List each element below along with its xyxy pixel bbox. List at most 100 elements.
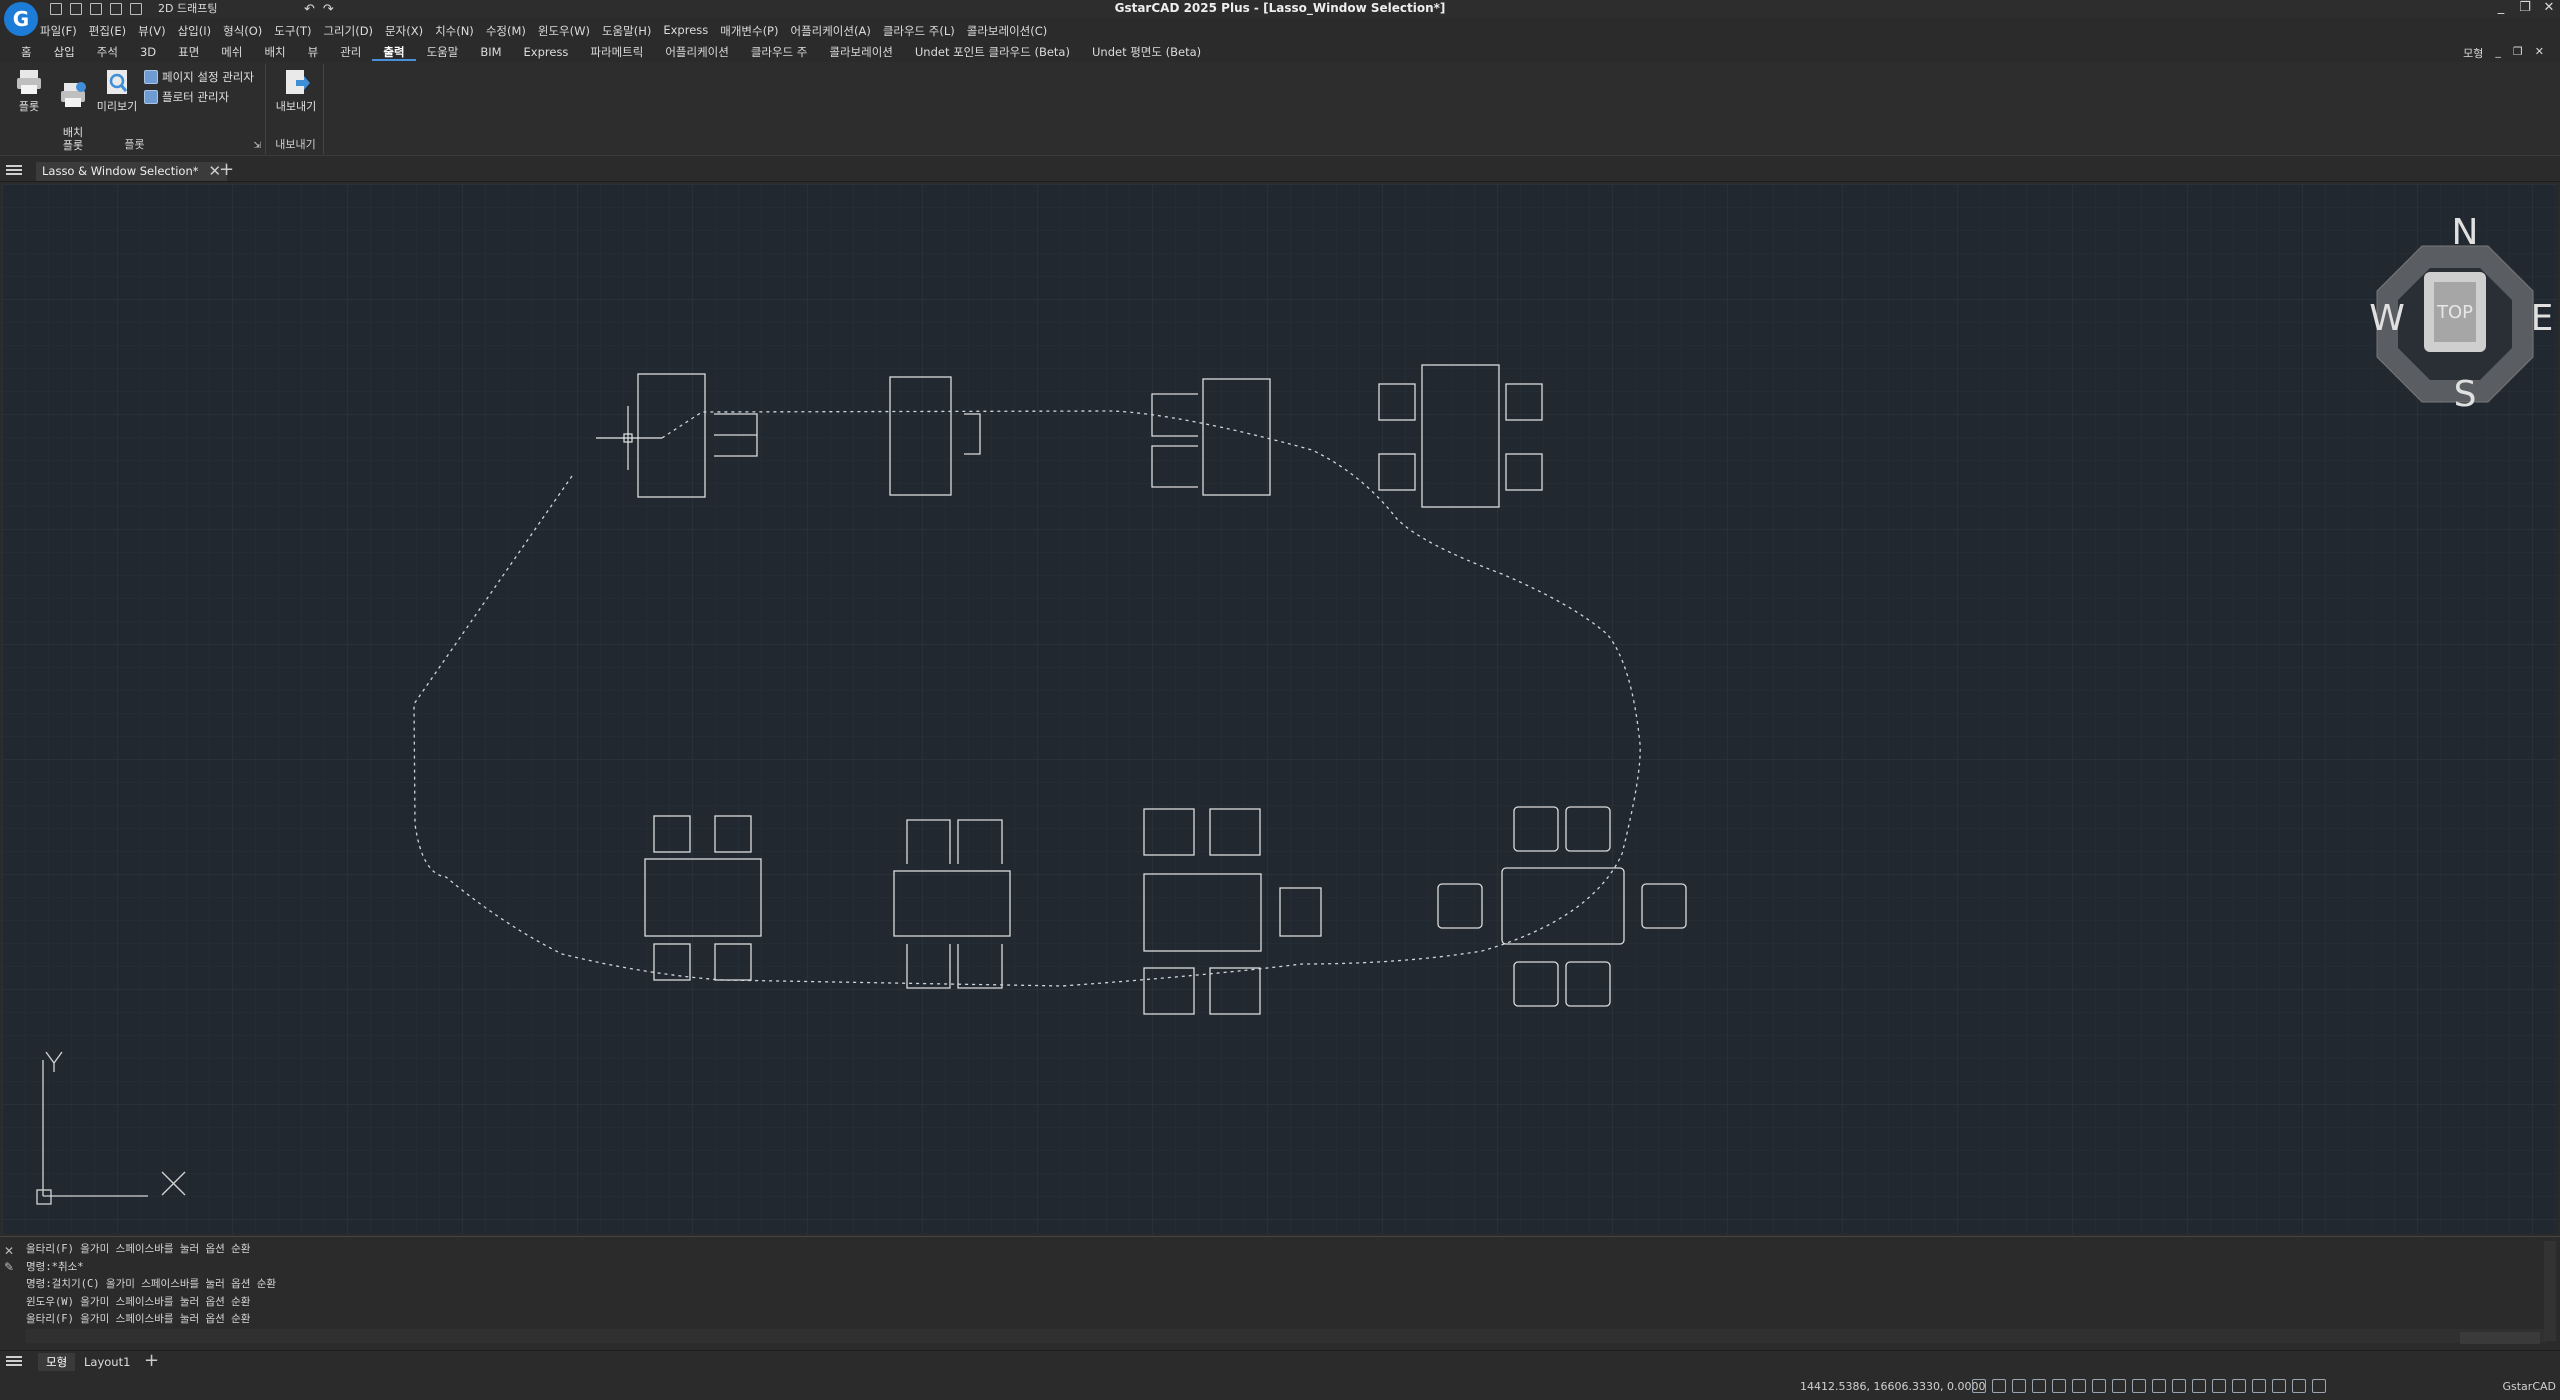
viewcube-south[interactable]: S xyxy=(2454,374,2477,415)
layout-menu-icon[interactable] xyxy=(6,1354,24,1370)
selection-cycle-icon[interactable] xyxy=(2132,1379,2146,1393)
ribbon-tab-0[interactable]: 홈 xyxy=(10,44,43,61)
isolate-icon[interactable] xyxy=(2252,1379,2266,1393)
export-button[interactable]: 내보내기 xyxy=(272,68,320,113)
preview-button[interactable]: 미리보기 xyxy=(94,68,140,113)
quick-access-toolbar: 2D 드래프팅 ↶ ↷ xyxy=(50,0,334,18)
ribbon-tab-10[interactable]: 도움말 xyxy=(416,44,470,61)
ribbon-tab-9[interactable]: 출력 xyxy=(372,44,416,61)
command-input[interactable] xyxy=(26,1329,2546,1343)
restore-button[interactable]: ❐ xyxy=(2518,0,2532,15)
ribbon-tab-7[interactable]: 뷰 xyxy=(297,44,330,61)
menu-item-3[interactable]: 삽입(I) xyxy=(178,23,212,39)
panel-expand-icon[interactable]: ⇲ xyxy=(253,141,261,151)
clean-screen-icon[interactable] xyxy=(2292,1379,2306,1393)
export-panel-label: 내보내기 xyxy=(275,138,316,151)
ribbon-tab-3[interactable]: 3D xyxy=(129,44,167,61)
document-menu-icon[interactable] xyxy=(6,163,24,179)
cursor-coordinates[interactable]: 14412.5386, 16606.3330, 0.0000 xyxy=(1800,1380,1985,1393)
app-logo[interactable]: G xyxy=(4,2,38,36)
ribbon-tab-6[interactable]: 배치 xyxy=(253,44,296,61)
grid-icon[interactable] xyxy=(1972,1379,1986,1393)
hardware-accel-icon[interactable] xyxy=(2272,1379,2286,1393)
lineweight-icon[interactable] xyxy=(2092,1379,2106,1393)
redo-icon[interactable]: ↷ xyxy=(323,2,334,17)
new-tab-icon[interactable]: + xyxy=(219,161,234,179)
ribbon-tab-2[interactable]: 주석 xyxy=(86,44,129,61)
transparency-icon[interactable] xyxy=(2112,1379,2126,1393)
drawing-svg[interactable]: TOP N S E W X Y xyxy=(2,184,2558,1234)
preview-icon xyxy=(107,70,128,94)
menu-item-14[interactable]: 어플리케이션(A) xyxy=(790,23,870,39)
menu-item-1[interactable]: 편집(E) xyxy=(89,23,126,39)
viewcube-face[interactable]: TOP xyxy=(2436,302,2473,323)
ribbon-tab-4[interactable]: 표면 xyxy=(167,44,210,61)
annotation-scale-icon[interactable] xyxy=(2192,1379,2206,1393)
menu-item-10[interactable]: 윈도우(W) xyxy=(538,23,590,39)
layout-tab-model[interactable]: 모형 xyxy=(38,1353,76,1371)
export-label: 내보내기 xyxy=(275,100,317,113)
mode-label[interactable]: 모형 xyxy=(2463,45,2483,61)
document-tab[interactable]: Lasso & Window Selection* ✕ xyxy=(36,162,228,181)
command-scrollbar[interactable] xyxy=(2544,1241,2556,1341)
ribbon-tab-12[interactable]: Express xyxy=(513,44,580,61)
ribbon-tab-1[interactable]: 삽입 xyxy=(43,44,86,61)
layout-tab-layout1[interactable]: Layout1 xyxy=(76,1353,138,1371)
ribbon-tab-17[interactable]: Undet 포인트 클라우드 (Beta) xyxy=(904,44,1081,61)
ribbon-tab-13[interactable]: 파라메트릭 xyxy=(579,44,654,61)
ribbon-tab-18[interactable]: Undet 평면도 (Beta) xyxy=(1081,44,1212,61)
ribbon-tab-16[interactable]: 콜라보레이션 xyxy=(818,44,903,61)
ribbon-tab-5[interactable]: 메쉬 xyxy=(210,44,253,61)
ortho-icon[interactable] xyxy=(2012,1379,2026,1393)
workspace-select[interactable]: 2D 드래프팅 xyxy=(156,2,296,16)
menu-item-0[interactable]: 파일(F) xyxy=(40,23,77,39)
undo-icon[interactable]: ↶ xyxy=(304,2,315,17)
close-command-icon[interactable]: ✕ xyxy=(4,1243,20,1259)
command-settings-icon[interactable]: ✎ xyxy=(4,1259,20,1275)
menu-item-6[interactable]: 그리기(D) xyxy=(323,23,373,39)
menu-item-12[interactable]: Express xyxy=(663,23,708,39)
ribbon-tab-15[interactable]: 클라우드 주 xyxy=(740,44,819,61)
plotter-manager-button[interactable]: 플로터 관리자 xyxy=(144,89,229,105)
viewcube-north[interactable]: N xyxy=(2452,212,2479,253)
menu-item-2[interactable]: 뷰(V) xyxy=(138,23,165,39)
osnap-icon[interactable] xyxy=(2052,1379,2066,1393)
page-setup-button[interactable]: 페이지 설정 관리자 xyxy=(144,69,254,85)
minimize-button[interactable]: _ xyxy=(2494,0,2508,15)
plot-icon[interactable] xyxy=(130,3,142,15)
menu-item-4[interactable]: 형식(O) xyxy=(223,23,262,39)
drawing-canvas[interactable]: TOP N S E W X Y xyxy=(2,184,2558,1234)
add-layout-icon[interactable]: + xyxy=(144,1352,159,1370)
snap-icon[interactable] xyxy=(1992,1379,2006,1393)
ribbon-tab-11[interactable]: BIM xyxy=(469,44,512,61)
new-file-icon[interactable] xyxy=(50,3,62,15)
viewcube-east[interactable]: E xyxy=(2531,298,2554,339)
menu-item-5[interactable]: 도구(T) xyxy=(274,23,311,39)
save-as-icon[interactable] xyxy=(110,3,122,15)
dynamic-input-icon[interactable] xyxy=(2172,1379,2186,1393)
lock-icon[interactable] xyxy=(2232,1379,2246,1393)
customize-icon[interactable] xyxy=(2312,1379,2326,1393)
menu-item-15[interactable]: 클라우드 주(L) xyxy=(883,23,955,39)
plot-button[interactable]: 플롯 xyxy=(10,68,48,113)
viewcube-west[interactable]: W xyxy=(2369,298,2405,339)
otrack-icon[interactable] xyxy=(2072,1379,2086,1393)
command-horizontal-scrollbar[interactable] xyxy=(2460,1332,2540,1344)
ribbon-tab-14[interactable]: 어플리케이션 xyxy=(654,44,739,61)
dynamic-ucs-icon[interactable] xyxy=(2152,1379,2166,1393)
menu-item-7[interactable]: 문자(X) xyxy=(385,23,423,39)
menu-item-16[interactable]: 콜라보레이션(C) xyxy=(967,23,1047,39)
menu-item-8[interactable]: 치수(N) xyxy=(435,23,474,39)
polar-icon[interactable] xyxy=(2032,1379,2046,1393)
ribbon-restore-button[interactable]: ❐ xyxy=(2513,45,2523,61)
menu-item-11[interactable]: 도움말(H) xyxy=(602,23,651,39)
menu-item-9[interactable]: 수정(M) xyxy=(486,23,526,39)
save-icon[interactable] xyxy=(90,3,102,15)
menu-item-13[interactable]: 매개변수(P) xyxy=(720,23,778,39)
close-button[interactable]: ✕ xyxy=(2542,0,2556,15)
ribbon-tab-8[interactable]: 관리 xyxy=(329,44,372,61)
workspace-icon[interactable] xyxy=(2212,1379,2226,1393)
open-file-icon[interactable] xyxy=(70,3,82,15)
ribbon-minimize-button[interactable]: _ xyxy=(2495,45,2501,61)
ribbon-close-button[interactable]: ✕ xyxy=(2535,45,2544,61)
